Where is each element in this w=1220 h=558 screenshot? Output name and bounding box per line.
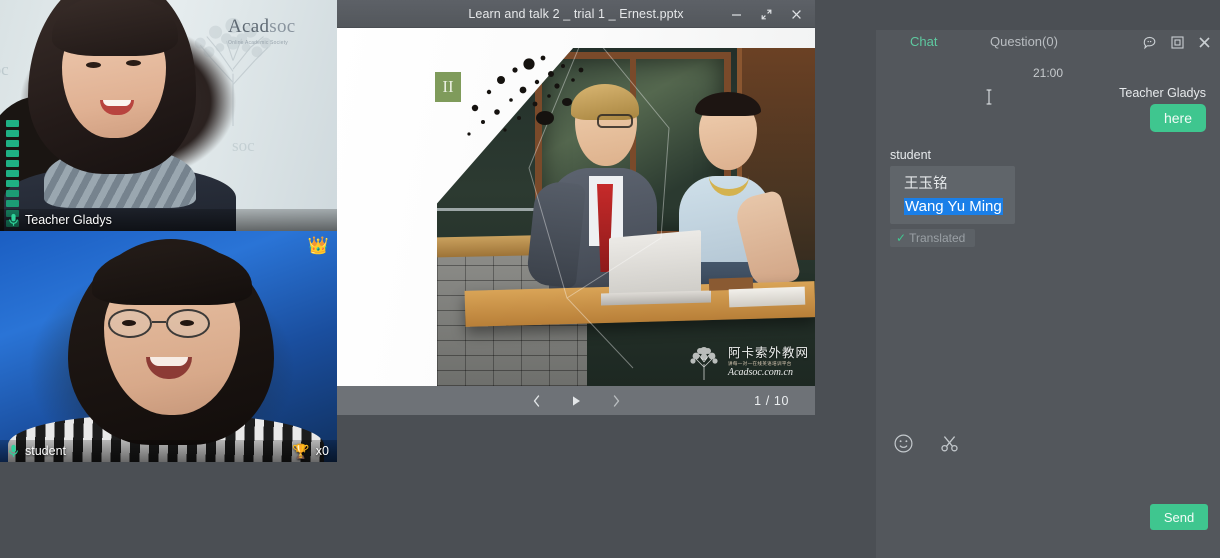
chat-timestamp: 21:00	[876, 66, 1220, 80]
watermark-english: Acadsoc.com.cn	[728, 367, 809, 378]
chat-tools	[890, 430, 962, 456]
speech-bubble-icon[interactable]	[1140, 32, 1160, 52]
microphone-icon	[8, 213, 19, 227]
message-text-english-selected: Wang Yu Ming	[904, 198, 1003, 215]
close-button[interactable]	[781, 0, 811, 28]
acadsoc-watermark: 阿卡索外教网 讲每一对一在线英语培训平台 Acadsoc.com.cn	[684, 340, 809, 380]
chat-message-incoming: student 王玉铭 Wang Yu Ming ✓Translated	[890, 148, 1206, 247]
previous-slide-button[interactable]	[523, 390, 549, 412]
send-button[interactable]: Send	[1150, 504, 1208, 530]
message-text-chinese: 王玉铭	[904, 172, 1003, 193]
tree-logo-icon	[684, 340, 724, 380]
scissors-icon[interactable]	[936, 430, 962, 456]
slide-canvas[interactable]: 阿卡索外教网 讲每一对一在线英语培训平台 Acadsoc.com.cn	[337, 28, 815, 386]
video-tile-student[interactable]: 👑 student 🏆 x0	[0, 231, 337, 462]
brand-name-accent: soc	[269, 16, 295, 37]
emoji-icon[interactable]	[890, 430, 916, 456]
presentation-title-bar[interactable]: Learn and talk 2 _ trial 1 _ Ernest.pptx	[337, 0, 815, 28]
trophy-icon: 🏆	[292, 443, 309, 460]
brand-watermark-right: soc	[232, 136, 255, 156]
acadsoc-brand-mark: Acadsoc Online Academic Society	[228, 16, 336, 46]
next-slide-button[interactable]	[603, 390, 629, 412]
check-icon: ✓	[896, 231, 906, 245]
student-name-label: student	[25, 444, 66, 458]
brand-name-main: Acad	[228, 16, 269, 37]
slide-page-indicator: 1 / 10	[754, 386, 789, 415]
brand-watermark-left: soc	[0, 60, 9, 80]
play-slideshow-button[interactable]	[563, 390, 589, 412]
student-video-feed	[0, 231, 337, 462]
app-root: Acadsoc Online Academic Society soc soc …	[0, 0, 1220, 558]
teacher-name-bar: Teacher Gladys	[0, 209, 337, 231]
chat-message-list[interactable]: Teacher Gladys here student 王玉铭 Wang Yu …	[876, 86, 1220, 426]
translated-badge: ✓Translated	[890, 229, 975, 247]
chat-input-area[interactable]: Send	[876, 460, 1220, 538]
trophy-count-label: x0	[316, 444, 329, 458]
student-name-bar: student 🏆 x0	[0, 440, 337, 462]
presentation-window: Learn and talk 2 _ trial 1 _ Ernest.pptx	[337, 0, 815, 415]
close-icon[interactable]	[1194, 32, 1214, 52]
text-cursor-icon	[985, 88, 993, 106]
chat-panel-header: Chat Question(0)	[876, 30, 1220, 60]
microphone-icon	[8, 444, 19, 458]
video-tile-teacher[interactable]: Acadsoc Online Academic Society soc soc …	[0, 0, 337, 231]
presentation-title: Learn and talk 2 _ trial 1 _ Ernest.pptx	[468, 7, 683, 21]
teacher-video-feed: Acadsoc Online Academic Society soc soc	[0, 0, 337, 231]
message-sender-label: Teacher Gladys	[890, 86, 1206, 100]
message-bubble-outgoing[interactable]: here	[1150, 104, 1206, 132]
window-controls	[721, 0, 811, 28]
chat-header-icons	[1140, 32, 1214, 52]
message-sender-label: student	[890, 148, 1206, 162]
minimize-button[interactable]	[721, 0, 751, 28]
brand-tagline: Online Academic Society	[228, 40, 336, 46]
watermark-chinese: 阿卡索外教网	[728, 342, 809, 361]
chat-panel: Chat Question(0)	[876, 30, 1220, 558]
restore-button[interactable]	[751, 0, 781, 28]
translated-label: Translated	[909, 231, 965, 245]
restore-window-icon[interactable]	[1167, 32, 1187, 52]
crown-badge-icon: 👑	[308, 237, 329, 254]
slide-chapter-badge: II	[435, 72, 461, 102]
teacher-name-label: Teacher Gladys	[25, 213, 112, 227]
ink-splatter-decoration	[453, 42, 613, 172]
chat-message-outgoing: Teacher Gladys here	[890, 86, 1206, 132]
tab-question[interactable]: Question(0)	[990, 34, 1058, 49]
message-bubble-incoming[interactable]: 王玉铭 Wang Yu Ming	[890, 166, 1015, 224]
tab-chat[interactable]: Chat	[910, 34, 937, 49]
slide-navigation-toolbar: 1 / 10	[337, 386, 815, 415]
